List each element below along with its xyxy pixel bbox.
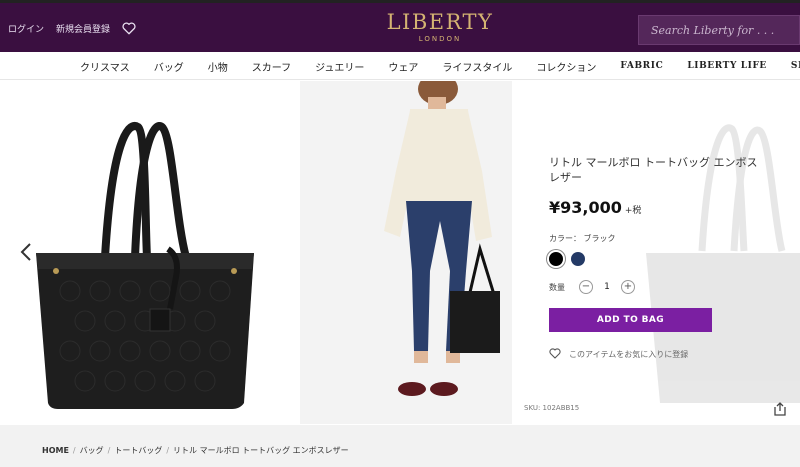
site-header: ログイン 新規会員登録 LIBERTY LONDON (0, 0, 800, 52)
quantity-increase-button[interactable]: + (621, 280, 635, 294)
nav-item-collection[interactable]: コレクション (536, 59, 596, 74)
nav-items: クリスマス バッグ 小物 スカーフ ジュエリー ウェア ライフスタイル コレクシ… (80, 52, 800, 80)
nav-item-christmas[interactable]: クリスマス (80, 59, 130, 74)
logo-subtitle: LONDON (418, 35, 462, 43)
nav-item-liberty-life[interactable]: LIBERTY LIFE (687, 61, 767, 71)
liberty-logo[interactable]: LIBERTY LONDON (380, 10, 500, 44)
breadcrumb-tote-bags[interactable]: トートバッグ (114, 445, 162, 456)
add-to-favorites[interactable]: このアイテムをお気に入りに登録 (549, 348, 759, 361)
price-row: ¥93,000 +税 (549, 198, 759, 217)
favorite-heart-icon (549, 348, 561, 361)
swatch-black[interactable] (549, 252, 563, 266)
share-icon[interactable] (773, 401, 787, 420)
quantity-label: 数量 (549, 282, 565, 292)
product-image-main[interactable] (0, 81, 300, 424)
breadcrumb-bags[interactable]: バッグ (80, 445, 104, 456)
breadcrumb-separator: / (107, 446, 111, 455)
favorite-label: このアイテムをお気に入りに登録 (569, 350, 689, 359)
nav-item-wear[interactable]: ウェア (388, 59, 418, 74)
breadcrumb: HOME / バッグ / トートバッグ / リトル マールボロ トートバッグ エ… (42, 445, 349, 456)
main-nav: クリスマス バッグ 小物 スカーフ ジュエリー ウェア ライフスタイル コレクシ… (0, 52, 800, 80)
add-to-bag-button[interactable]: ADD TO BAG (549, 308, 712, 332)
color-label: カラー： (549, 234, 581, 243)
header-account-links: ログイン 新規会員登録 (8, 22, 136, 35)
product-image-model[interactable] (300, 73, 512, 424)
breadcrumb-current: リトル マールボロ トートバッグ エンボスレザー (173, 446, 349, 455)
tax-label: +税 (624, 206, 642, 216)
swatch-navy[interactable] (571, 252, 585, 266)
nav-item-accessories[interactable]: 小物 (208, 59, 228, 74)
product-price: ¥93,000 (549, 198, 622, 217)
nav-item-lifestyle[interactable]: ライフスタイル (442, 59, 512, 74)
color-swatches (549, 252, 759, 266)
quantity-row: 数量 − 1 + (549, 280, 759, 294)
breadcrumb-bar: HOME / バッグ / トートバッグ / リトル マールボロ トートバッグ エ… (0, 425, 800, 467)
product-title: リトル マールボロ トートバッグ エンボスレザー (549, 156, 758, 184)
quantity-decrease-button[interactable]: − (579, 280, 593, 294)
wishlist-heart-icon[interactable] (122, 22, 136, 35)
nav-item-scarves[interactable]: スカーフ (252, 59, 291, 74)
color-row: カラー： ブラック (549, 233, 759, 244)
product-info-panel: リトル マールボロ トートバッグ エンボスレザー ¥93,000 +税 カラー：… (549, 155, 759, 361)
color-value: ブラック (583, 234, 616, 243)
search-input[interactable] (639, 16, 799, 44)
nav-item-bags[interactable]: バッグ (154, 59, 184, 74)
breadcrumb-separator: / (166, 446, 170, 455)
breadcrumb-home[interactable]: HOME (42, 446, 69, 455)
login-link[interactable]: ログイン (8, 22, 44, 35)
quantity-value[interactable]: 1 (593, 282, 621, 292)
search-box (638, 15, 800, 45)
product-sku: SKU: 102ABB15 (524, 404, 580, 412)
logo-wordmark: LIBERTY (386, 10, 494, 34)
nav-item-special[interactable]: SPECIAL (791, 61, 800, 71)
nav-item-fabric[interactable]: FABRIC (620, 61, 663, 71)
breadcrumb-separator: / (72, 446, 76, 455)
register-link[interactable]: 新規会員登録 (56, 22, 110, 35)
nav-item-jewellery[interactable]: ジュエリー (315, 59, 364, 74)
previous-image-arrow-icon[interactable] (20, 243, 32, 265)
